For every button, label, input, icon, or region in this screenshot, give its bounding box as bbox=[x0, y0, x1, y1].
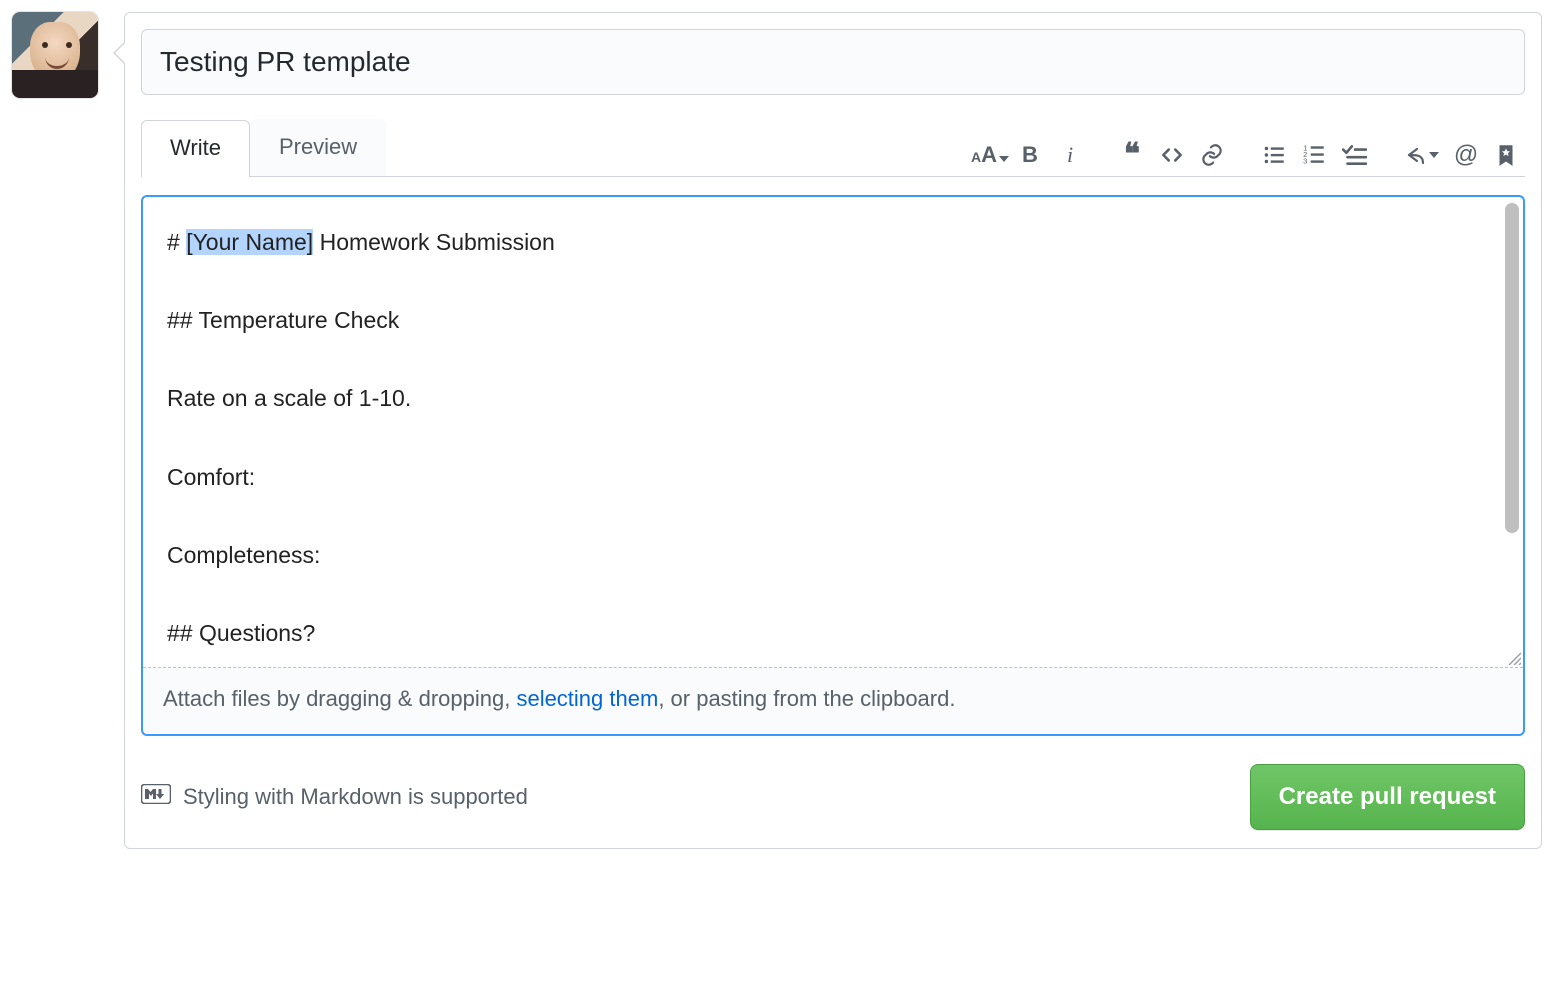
tab-write[interactable]: Write bbox=[141, 120, 250, 177]
text-size-tool[interactable]: AA bbox=[977, 142, 1003, 168]
editor-selection: [Your Name] bbox=[186, 229, 313, 255]
mention-icon[interactable]: @ bbox=[1453, 142, 1479, 168]
bold-tool[interactable]: B bbox=[1017, 142, 1043, 168]
saved-reply-icon[interactable] bbox=[1403, 142, 1439, 168]
tab-preview[interactable]: Preview bbox=[250, 119, 386, 176]
svg-text:3: 3 bbox=[1303, 157, 1307, 166]
comment-editor[interactable]: # [Your Name] Homework Submission ## Tem… bbox=[143, 197, 1523, 667]
formatting-toolbar: AA B i ❝ bbox=[977, 142, 1525, 176]
editor-scrollbar[interactable] bbox=[1505, 203, 1519, 533]
code-icon[interactable] bbox=[1159, 142, 1185, 168]
comment-box: # [Your Name] Homework Submission ## Tem… bbox=[141, 195, 1525, 736]
create-pr-button[interactable]: Create pull request bbox=[1250, 764, 1525, 830]
avatar[interactable] bbox=[12, 12, 98, 98]
resize-grip-icon[interactable] bbox=[1505, 649, 1521, 665]
bookmark-icon[interactable] bbox=[1493, 142, 1519, 168]
drop-hint-after: , or pasting from the clipboard. bbox=[658, 686, 955, 711]
editor-pre: # bbox=[167, 229, 186, 255]
editor-post: Homework Submission ## Temperature Check… bbox=[167, 229, 555, 646]
italic-tool[interactable]: i bbox=[1057, 142, 1083, 168]
link-icon[interactable] bbox=[1199, 142, 1225, 168]
drop-hint-before: Attach files by dragging & dropping, bbox=[163, 686, 516, 711]
pr-title-input[interactable] bbox=[141, 29, 1525, 95]
comment-panel: Write Preview AA B i ❝ bbox=[124, 12, 1542, 849]
unordered-list-icon[interactable] bbox=[1261, 142, 1287, 168]
markdown-hint[interactable]: Styling with Markdown is supported bbox=[141, 784, 528, 810]
markdown-icon bbox=[141, 784, 171, 810]
file-drop-hint[interactable]: Attach files by dragging & dropping, sel… bbox=[143, 667, 1523, 734]
ordered-list-icon[interactable]: 123 bbox=[1301, 142, 1327, 168]
editor-tabbar: Write Preview AA B i ❝ bbox=[141, 119, 1525, 177]
select-files-link[interactable]: selecting them bbox=[516, 686, 658, 711]
quote-icon[interactable]: ❝ bbox=[1119, 142, 1145, 168]
task-list-icon[interactable] bbox=[1341, 142, 1367, 168]
markdown-hint-text: Styling with Markdown is supported bbox=[183, 784, 528, 810]
